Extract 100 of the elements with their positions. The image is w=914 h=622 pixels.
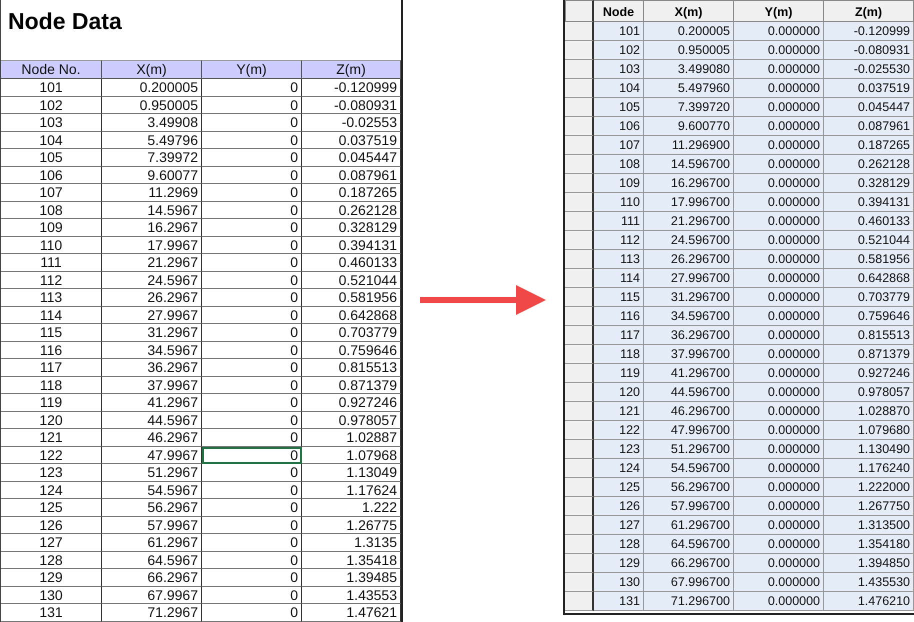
table-cell[interactable]: 0.394131 — [824, 193, 914, 212]
table-cell[interactable]: 1.43553 — [302, 586, 401, 604]
table-cell[interactable]: 0.000000 — [734, 440, 824, 459]
table-cell[interactable]: 0.000000 — [734, 250, 824, 269]
table-cell[interactable]: 56.2967 — [102, 499, 202, 516]
table-cell[interactable]: 71.2967 — [102, 604, 202, 622]
table-cell[interactable]: 0 — [202, 604, 302, 622]
table-cell[interactable]: 0.000000 — [734, 516, 824, 535]
table-cell[interactable]: 51.296700 — [644, 440, 734, 459]
table-cell[interactable]: 118 — [1, 376, 102, 394]
table-cell[interactable]: 123 — [594, 440, 644, 459]
table-cell[interactable]: 0 — [202, 219, 302, 236]
table-cell[interactable]: 104 — [1, 132, 102, 149]
table-cell[interactable]: 0.000000 — [734, 155, 824, 174]
table-cell[interactable]: 37.996700 — [644, 345, 734, 364]
table-cell[interactable]: 0.759646 — [824, 307, 914, 326]
table-cell[interactable]: 0.000000 — [734, 269, 824, 288]
table-cell[interactable]: 128 — [1, 552, 102, 569]
row-header[interactable] — [565, 573, 594, 592]
table-cell[interactable]: 121 — [594, 402, 644, 421]
table-cell[interactable]: 0.087961 — [302, 166, 401, 184]
table-cell[interactable]: 0 — [202, 79, 302, 96]
table-cell[interactable]: 11.2969 — [102, 184, 202, 202]
table-cell[interactable]: 0.000000 — [734, 364, 824, 383]
table-cell[interactable]: 0.000000 — [734, 231, 824, 250]
table-cell[interactable]: 1.35418 — [302, 552, 401, 569]
table-cell[interactable]: 1.176240 — [824, 459, 914, 478]
table-cell[interactable]: 126 — [1, 516, 102, 534]
table-cell[interactable]: 111 — [1, 254, 102, 272]
table-cell[interactable]: 1.267750 — [824, 497, 914, 516]
table-cell[interactable]: 54.596700 — [644, 459, 734, 478]
table-cell[interactable]: 113 — [1, 289, 102, 306]
table-cell[interactable]: 121 — [1, 429, 102, 446]
table-cell[interactable]: 0.000000 — [734, 573, 824, 592]
table-cell[interactable]: 104 — [594, 79, 644, 98]
row-header[interactable] — [565, 554, 594, 573]
table-cell[interactable]: 0 — [202, 96, 302, 114]
row-header[interactable] — [565, 326, 594, 345]
table-cell[interactable]: 0.000000 — [734, 554, 824, 573]
table-cell[interactable]: 46.2967 — [102, 429, 202, 446]
table-cell[interactable]: 0.000000 — [734, 421, 824, 440]
table-cell[interactable]: 34.5967 — [102, 342, 202, 359]
table-cell[interactable]: 128 — [594, 535, 644, 554]
table-cell[interactable]: 125 — [1, 499, 102, 516]
table-cell[interactable]: 111 — [594, 212, 644, 231]
table-cell[interactable]: 1.3135 — [302, 534, 401, 552]
table-cell[interactable]: 56.296700 — [644, 478, 734, 497]
row-header[interactable] — [565, 212, 594, 231]
table-cell[interactable]: 103 — [1, 114, 102, 132]
table-cell[interactable]: 0.328129 — [302, 219, 401, 236]
table-cell[interactable]: 0.000000 — [734, 345, 824, 364]
table-cell[interactable]: 0.262128 — [824, 155, 914, 174]
table-cell[interactable]: 0.871379 — [302, 376, 401, 394]
table-cell[interactable]: 0.000000 — [734, 288, 824, 307]
row-header[interactable] — [565, 516, 594, 535]
table-cell[interactable]: 0 — [202, 114, 302, 132]
table-cell[interactable]: 0.000000 — [734, 193, 824, 212]
table-cell[interactable]: 0.815513 — [302, 359, 401, 376]
table-cell[interactable]: 7.399720 — [644, 98, 734, 117]
table-cell[interactable]: 1.313500 — [824, 516, 914, 535]
table-cell[interactable]: 1.354180 — [824, 535, 914, 554]
table-cell[interactable]: 11.296900 — [644, 136, 734, 155]
table-cell[interactable]: 0.000000 — [734, 402, 824, 421]
table-cell[interactable]: 0 — [202, 272, 302, 289]
table-cell[interactable]: 1.130490 — [824, 440, 914, 459]
table-cell[interactable]: 0 — [202, 394, 302, 412]
table-cell[interactable]: 0.978057 — [824, 383, 914, 402]
table-cell[interactable]: 0 — [202, 376, 302, 394]
row-header[interactable] — [565, 98, 594, 117]
table-cell[interactable]: 102 — [594, 41, 644, 60]
table-cell[interactable]: 109 — [594, 174, 644, 193]
table-cell[interactable]: 109 — [1, 219, 102, 236]
table-cell[interactable]: 0 — [202, 184, 302, 202]
table-cell[interactable]: 110 — [1, 236, 102, 254]
table-cell[interactable]: 3.499080 — [644, 60, 734, 79]
table-cell[interactable]: 0.000000 — [734, 459, 824, 478]
table-cell[interactable]: 110 — [594, 193, 644, 212]
table-cell[interactable]: 101 — [594, 22, 644, 41]
table-cell[interactable]: 27.996700 — [644, 269, 734, 288]
row-header[interactable] — [565, 421, 594, 440]
table-cell[interactable]: -0.120999 — [302, 79, 401, 96]
table-cell[interactable]: 0 — [202, 516, 302, 534]
table-cell[interactable]: 118 — [594, 345, 644, 364]
table-cell[interactable]: 1.476210 — [824, 592, 914, 611]
table-cell[interactable]: 0.000000 — [734, 307, 824, 326]
table-cell[interactable]: 1.079680 — [824, 421, 914, 440]
table-cell[interactable]: 44.596700 — [644, 383, 734, 402]
table-cell[interactable]: 0.328129 — [824, 174, 914, 193]
table-cell[interactable]: 114 — [1, 306, 102, 324]
table-cell[interactable]: 0.460133 — [302, 254, 401, 272]
table-cell[interactable]: 64.596700 — [644, 535, 734, 554]
table-cell[interactable]: 61.296700 — [644, 516, 734, 535]
table-cell[interactable]: 61.2967 — [102, 534, 202, 552]
table-cell[interactable]: 0.000000 — [734, 174, 824, 193]
row-header[interactable] — [565, 250, 594, 269]
table-cell[interactable]: 0 — [202, 166, 302, 184]
table-cell[interactable]: 0.037519 — [824, 79, 914, 98]
row-header[interactable] — [565, 440, 594, 459]
table-cell[interactable]: 127 — [1, 534, 102, 552]
table-cell[interactable]: 0 — [202, 464, 302, 482]
